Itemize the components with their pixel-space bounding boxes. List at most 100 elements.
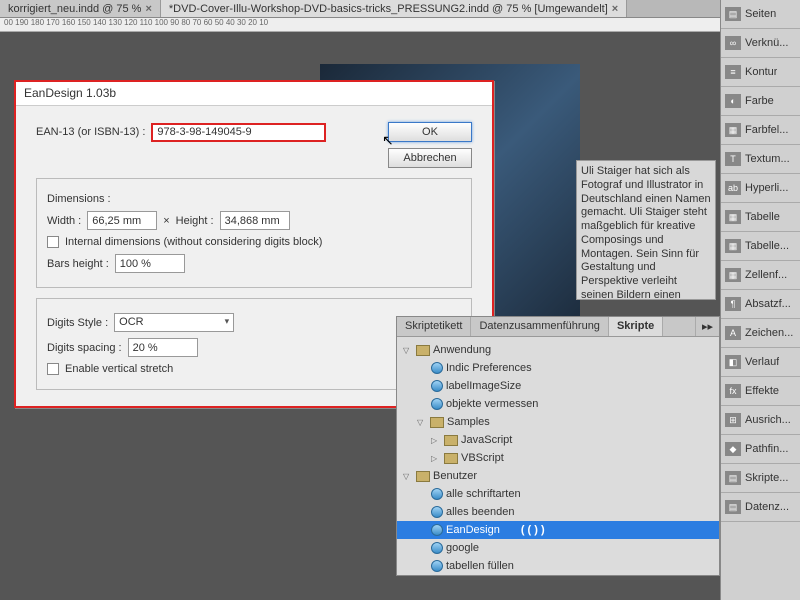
panel-pathfin[interactable]: ◆ Pathfin... <box>721 435 800 464</box>
folder-icon <box>444 435 458 446</box>
panel-zeichen[interactable]: AZeichen... <box>721 319 800 348</box>
tree-script-tabellen[interactable]: tabellen füllen <box>397 557 719 575</box>
panel-icon: ◆ <box>725 442 741 456</box>
ok-button[interactable]: OK <box>388 122 472 142</box>
tree-folder-anwendung[interactable]: ▽Anwendung <box>397 341 719 359</box>
panel-label: Hyperli... <box>745 182 788 194</box>
panel-absatzf[interactable]: ¶ Absatzf... <box>721 290 800 319</box>
tree-folder-javascript[interactable]: ▷JavaScript <box>397 431 719 449</box>
panel-label: Farbfel... <box>745 124 788 136</box>
panel-ausrich[interactable]: ⊞Ausrich... <box>721 406 800 435</box>
close-icon[interactable]: × <box>145 3 151 15</box>
panel-label: Seiten <box>745 8 776 20</box>
panel-hyperli[interactable]: abHyperli... <box>721 174 800 203</box>
panel-effekte[interactable]: fx Effekte <box>721 377 800 406</box>
panel-skripte[interactable]: ▤Skripte... <box>721 464 800 493</box>
panel-icon: ▦ <box>725 123 741 137</box>
annotation-parens: ( ( ) ) <box>521 524 545 536</box>
vertical-stretch-label: Enable vertical stretch <box>65 363 173 375</box>
bars-height-label: Bars height : <box>47 258 109 270</box>
folder-icon <box>416 471 430 482</box>
panel-zellenf[interactable]: ▦ Zellenf... <box>721 261 800 290</box>
width-input[interactable] <box>87 211 157 230</box>
script-icon <box>431 488 443 500</box>
digits-style-label: Digits Style : <box>47 317 108 329</box>
panel-farbe[interactable]: ◐Farbe <box>721 87 800 116</box>
doc-tab-1[interactable]: korrigiert_neu.indd @ 75 % × <box>0 0 161 17</box>
script-icon <box>431 524 443 536</box>
panel-farbfel[interactable]: ▦ Farbfel... <box>721 116 800 145</box>
panel-icon: ¶ <box>725 297 741 311</box>
folder-icon <box>444 453 458 464</box>
tab-skriptetikett[interactable]: Skriptetikett <box>397 317 471 336</box>
tab-skripte[interactable]: Skripte <box>609 317 663 336</box>
tree-script-alles-beenden[interactable]: alles beenden <box>397 503 719 521</box>
panel-icon: ▦ <box>725 268 741 282</box>
tree-script-objekte[interactable]: objekte vermessen <box>397 395 719 413</box>
panel-label: Skripte... <box>745 472 788 484</box>
tree-folder-benutzer[interactable]: ▽Benutzer <box>397 467 719 485</box>
script-icon <box>431 398 443 410</box>
panel-verkn[interactable]: ∞ Verknü... <box>721 29 800 58</box>
tree-folder-samples[interactable]: ▽Samples <box>397 413 719 431</box>
panel-icon: ▤ <box>725 7 741 21</box>
folder-icon <box>416 345 430 356</box>
close-icon[interactable]: × <box>612 3 618 15</box>
panel-tabelle[interactable]: ▦Tabelle <box>721 203 800 232</box>
description-text: Uli Staiger hat sich als Fotograf und Il… <box>576 160 716 300</box>
panel-icon: ▦ <box>725 239 741 253</box>
tree-script-eandesign[interactable]: EanDesign( ( ) ) <box>397 521 719 539</box>
digits-style-select[interactable]: OCR <box>114 313 234 332</box>
digits-spacing-label: Digits spacing : <box>47 342 122 354</box>
scripts-panel: Skriptetikett Datenzusammenführung Skrip… <box>396 316 720 576</box>
panel-icon: ∞ <box>725 36 741 50</box>
panel-menu-icon[interactable]: ▸▸ <box>695 317 719 336</box>
panel-icon: ▦ <box>725 210 741 224</box>
cancel-button[interactable]: Abbrechen <box>388 148 472 168</box>
dimensions-heading: Dimensions : <box>47 193 111 205</box>
panel-verlauf[interactable]: ◧ Verlauf <box>721 348 800 377</box>
panel-icon: A <box>725 326 741 340</box>
dialog-title: EanDesign 1.03b <box>16 82 492 106</box>
folder-icon <box>430 417 444 428</box>
bars-height-input[interactable] <box>115 254 185 273</box>
panel-icon: ⊞ <box>725 413 741 427</box>
panel-tabelle[interactable]: ▦Tabelle... <box>721 232 800 261</box>
panel-dock: ▤ Seiten ∞ Verknü... ≡Kontur◐Farbe ▦ Farbfel..… <box>720 0 800 600</box>
tree-folder-vbscript[interactable]: ▷VBScript <box>397 449 719 467</box>
tree-script-indic[interactable]: Indic Preferences <box>397 359 719 377</box>
ean-input[interactable] <box>151 123 326 142</box>
panel-seiten[interactable]: ▤ Seiten <box>721 0 800 29</box>
times-symbol: × <box>163 215 169 227</box>
doc-tab-label: korrigiert_neu.indd @ 75 % <box>8 3 141 15</box>
panel-label: Textum... <box>745 153 790 165</box>
height-input[interactable] <box>220 211 290 230</box>
panel-label: Verlauf <box>745 356 779 368</box>
width-label: Width : <box>47 215 81 227</box>
panel-icon: ▤ <box>725 500 741 514</box>
tree-script-labelimagesize[interactable]: labelImageSize <box>397 377 719 395</box>
ean-label: EAN-13 (or ISBN-13) : <box>36 126 145 138</box>
dimensions-group: Dimensions : Width : × Height : Internal… <box>36 178 472 288</box>
panel-icon: fx <box>725 384 741 398</box>
script-icon <box>431 560 443 572</box>
tab-datenzusammenfuehrung[interactable]: Datenzusammenführung <box>471 317 608 336</box>
digits-spacing-input[interactable] <box>128 338 198 357</box>
vertical-stretch-checkbox[interactable] <box>47 363 59 375</box>
panel-kontur[interactable]: ≡Kontur <box>721 58 800 87</box>
panel-label: Kontur <box>745 66 777 78</box>
tree-script-alle-schriftarten[interactable]: alle schriftarten <box>397 485 719 503</box>
doc-tab-2[interactable]: *DVD-Cover-Illu-Workshop-DVD-basics-tric… <box>161 0 627 17</box>
panel-label: Zellenf... <box>745 269 787 281</box>
tree-script-google[interactable]: google <box>397 539 719 557</box>
panel-label: Pathfin... <box>745 443 788 455</box>
script-icon <box>431 542 443 554</box>
internal-dimensions-checkbox[interactable] <box>47 236 59 248</box>
panel-label: Datenz... <box>745 501 789 513</box>
panel-icon: ◧ <box>725 355 741 369</box>
panel-label: Absatzf... <box>745 298 791 310</box>
panel-datenz[interactable]: ▤ Datenz... <box>721 493 800 522</box>
panel-label: Effekte <box>745 385 779 397</box>
panel-textum[interactable]: TTextum... <box>721 145 800 174</box>
panel-label: Verknü... <box>745 37 788 49</box>
